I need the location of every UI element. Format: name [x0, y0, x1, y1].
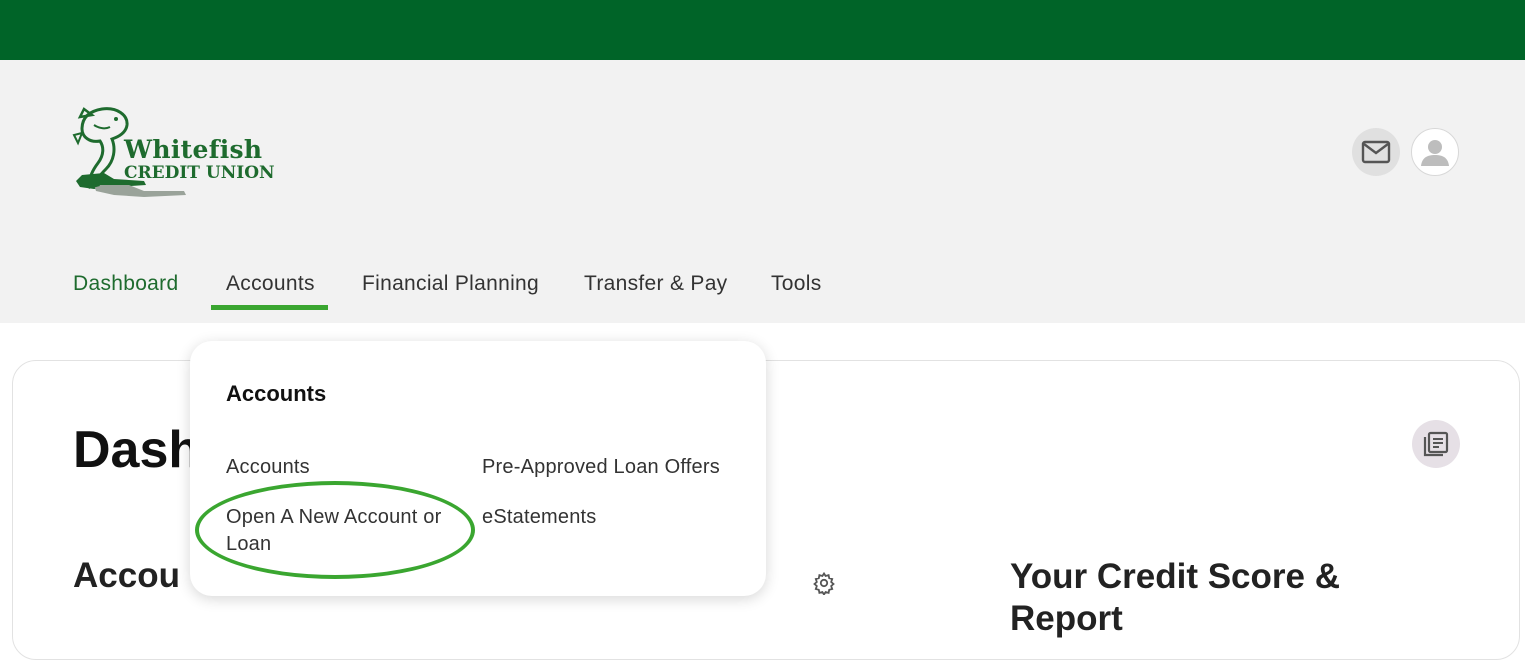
accounts-dropdown-menu: Accounts Accounts Open A New Account or …	[190, 341, 766, 596]
gear-icon[interactable]	[812, 571, 836, 595]
dropdown-title: Accounts	[226, 381, 327, 406]
messages-button[interactable]	[1352, 128, 1400, 176]
top-banner	[0, 0, 1525, 60]
nav-dashboard[interactable]: Dashboard	[73, 272, 178, 296]
menu-item-accounts[interactable]: Accounts	[226, 454, 310, 481]
nav-accounts[interactable]: Accounts	[226, 272, 315, 296]
envelope-icon	[1361, 140, 1391, 164]
nav-financial-planning[interactable]: Financial Planning	[362, 272, 539, 296]
menu-item-open-new-account[interactable]: Open A New Account or Loan	[226, 504, 466, 558]
nav-active-indicator	[211, 305, 328, 310]
person-silhouette-icon	[1421, 140, 1449, 166]
nav-tools[interactable]: Tools	[771, 272, 822, 296]
document-list-button[interactable]	[1412, 420, 1460, 468]
nav-transfer-pay[interactable]: Transfer & Pay	[584, 272, 727, 296]
document-list-icon	[1423, 431, 1449, 457]
credit-score-heading: Your Credit Score & Report	[1010, 557, 1340, 638]
logo-name-text: Whitefish	[124, 135, 263, 164]
menu-item-estatements[interactable]: eStatements	[482, 504, 597, 531]
whitefish-logo[interactable]: Whitefish CREDIT UNION	[72, 105, 302, 200]
fish-icon	[72, 107, 129, 189]
accounts-section-heading: Accou	[73, 556, 180, 595]
profile-button[interactable]	[1411, 128, 1459, 176]
menu-item-preapproved-loans[interactable]: Pre-Approved Loan Offers	[482, 454, 720, 481]
logo-subtitle-text: CREDIT UNION	[124, 163, 275, 183]
page-title: Dash	[73, 421, 201, 479]
